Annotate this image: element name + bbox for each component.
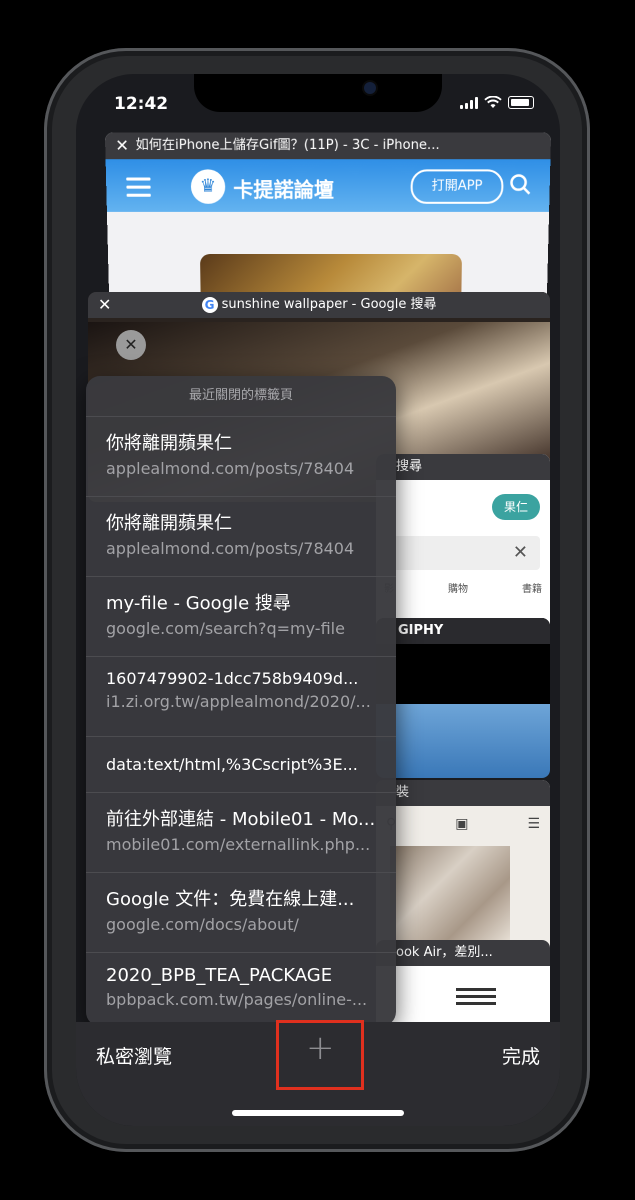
tab-card-title: 如何在iPhone上儲存Gif圖？(11P) - 3C - iPhone... [135, 137, 440, 154]
closed-tab-title: Google 文件：免費在線上建... [106, 889, 355, 910]
closed-tab-item[interactable]: data:text/html,%3Cscript%3E... [86, 737, 396, 793]
open-app-button: 打開APP [410, 169, 504, 204]
tab-card-title-bar: ✕ G sunshine wallpaper - Google 搜尋 [88, 292, 550, 318]
cellular-signal-icon [460, 97, 478, 109]
search-tab: 書籍 [522, 584, 542, 595]
menu-icon [126, 177, 151, 202]
close-icon[interactable]: ✕ [98, 292, 111, 318]
wifi-icon [484, 96, 502, 108]
highlight-box [276, 1020, 364, 1090]
tab-card-title: GIPHY [376, 618, 550, 644]
site-header: ♛ 卡提諾論壇 打開APP [105, 159, 551, 212]
closed-tab-url: applealmond.com/posts/78404 [106, 459, 355, 478]
closed-tab-item[interactable]: 你將離開蘋果仁 applealmond.com/posts/78404 [86, 417, 396, 497]
close-icon[interactable]: ✕ [115, 133, 129, 160]
google-g-icon: G [201, 296, 218, 313]
clear-icon: ✕ [512, 542, 528, 563]
done-button[interactable]: 完成 [502, 1042, 540, 1069]
search-tab: 購物 [448, 584, 468, 595]
tab-card-title: 搜尋 [376, 454, 550, 480]
search-icon [509, 173, 532, 195]
tab-card-shop[interactable]: 裝 ⚲ ▣ ☰ [376, 780, 550, 960]
camera-icon [364, 82, 376, 94]
screen: 12:42 ✕ 如何在iPhone上儲存Gif圖？(11P) - 3C - iP… [76, 74, 560, 1126]
tab-card-giphy[interactable]: GIPHY [376, 618, 550, 778]
closed-tab-item[interactable]: Google 文件：免費在線上建... google.com/docs/abou… [86, 873, 396, 953]
closed-tab-url: i1.zi.org.tw/applealmond/2020/... [106, 692, 371, 711]
menu-icon: ☰ [527, 816, 540, 832]
menu-header: 最近關閉的標籤頁 [86, 376, 396, 417]
applealmond-badge: 果仁 [492, 494, 540, 520]
notch [194, 74, 442, 112]
crown-logo-icon: ♛ [190, 169, 226, 204]
closed-tab-item[interactable]: 1607479902-1dcc758b9409d... i1.zi.org.tw… [86, 657, 396, 737]
menu-icon [456, 988, 496, 1009]
closed-tab-url: bpbpack.com.tw/pages/online-... [106, 990, 368, 1009]
closed-tab-title: 2020_BPB_TEA_PACKAGE [106, 965, 333, 986]
closed-tab-title: 你將離開蘋果仁 [106, 433, 232, 454]
site-name: 卡提諾論壇 [233, 177, 335, 202]
tab-card-title-bar: ✕ 如何在iPhone上儲存Gif圖？(11P) - 3C - iPhone..… [104, 132, 552, 160]
battery-icon [508, 96, 534, 109]
clear-icon: ✕ [116, 330, 146, 360]
closed-tab-title: 1607479902-1dcc758b9409d... [106, 669, 359, 688]
closed-tab-item[interactable]: 2020_BPB_TEA_PACKAGE bpbpack.com.tw/page… [86, 953, 396, 1026]
recently-closed-menu: 最近關閉的標籤頁 你將離開蘋果仁 applealmond.com/posts/7… [86, 376, 396, 1026]
tab-card-title: 裝 [376, 780, 550, 806]
closed-tab-title: my-file - Google 搜尋 [106, 593, 291, 614]
closed-tab-url: mobile01.com/externallink.php... [106, 835, 371, 854]
closed-tab-item[interactable]: 前往外部連結 - Mobile01 - Mo... mobile01.com/e… [86, 793, 396, 873]
tab-card-title: sunshine wallpaper - Google 搜尋 [221, 297, 437, 312]
giphy-content [376, 704, 550, 778]
closed-tab-url: google.com/search?q=my-file [106, 619, 345, 638]
closed-tab-url: applealmond.com/posts/78404 [106, 539, 355, 558]
status-icons [460, 96, 534, 109]
search-field: ✕ [376, 536, 540, 570]
closed-tab-item[interactable]: my-file - Google 搜尋 google.com/search?q=… [86, 577, 396, 657]
status-time: 12:42 [114, 94, 169, 114]
home-indicator[interactable] [232, 1110, 404, 1116]
product-image [390, 846, 510, 942]
tab-card-search[interactable]: 搜尋 果仁 ✕ 影 購物 書籍 [376, 454, 550, 634]
closed-tab-title: 你將離開蘋果仁 [106, 513, 232, 534]
search-tabs: 影 購物 書籍 [384, 580, 542, 595]
bag-icon: ▣ [455, 816, 469, 832]
closed-tab-item[interactable]: 你將離開蘋果仁 applealmond.com/posts/78404 [86, 497, 396, 577]
tab-switcher-toolbar: 私密瀏覽 + 完成 [76, 1020, 560, 1126]
private-browsing-button[interactable]: 私密瀏覽 [96, 1042, 172, 1069]
closed-tab-url: google.com/docs/about/ [106, 915, 299, 934]
shop-icons: ⚲ ▣ ☰ [386, 816, 540, 832]
closed-tab-title: data:text/html,%3Cscript%3E... [106, 755, 358, 774]
tab-card-title: ook Air，差別... [376, 940, 550, 966]
closed-tab-title: 前往外部連結 - Mobile01 - Mo... [106, 809, 376, 830]
